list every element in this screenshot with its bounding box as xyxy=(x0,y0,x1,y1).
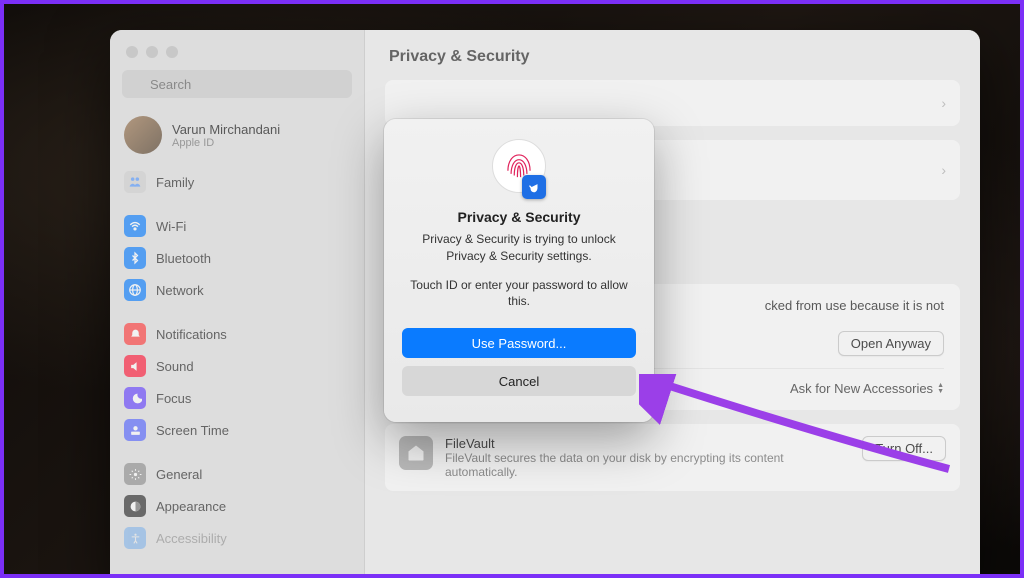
accessories-select[interactable]: Ask for New Accessories ▲▼ xyxy=(790,381,944,396)
sidebar-item-label: Accessibility xyxy=(156,531,227,546)
profile-name: Varun Mirchandani xyxy=(172,122,280,137)
focus-icon xyxy=(124,387,146,409)
screen-time-icon xyxy=(124,419,146,441)
apple-id-profile[interactable]: Varun Mirchandani Apple ID xyxy=(110,110,364,166)
chevron-right-icon: › xyxy=(941,162,946,178)
sidebar-item-label: General xyxy=(156,467,202,482)
network-icon xyxy=(124,279,146,301)
sidebar-item-label: Bluetooth xyxy=(156,251,211,266)
dialog-sub: Touch ID or enter your password to allow… xyxy=(402,277,636,311)
filevault-title: FileVault xyxy=(445,436,825,451)
search-input[interactable] xyxy=(122,70,352,98)
sidebar-item-label: Appearance xyxy=(156,499,226,514)
minimize-dot[interactable] xyxy=(146,46,158,58)
window-controls[interactable] xyxy=(110,40,364,70)
accessibility-icon xyxy=(124,527,146,549)
sidebar-item-notifications[interactable]: Notifications xyxy=(110,318,364,350)
dialog-title: Privacy & Security xyxy=(402,209,636,225)
sidebar-item-accessibility[interactable]: Accessibility xyxy=(110,522,364,554)
sidebar: Varun Mirchandani Apple ID Family Wi-Fi xyxy=(110,30,365,578)
open-anyway-button[interactable]: Open Anyway xyxy=(838,331,944,356)
blocked-message: cked from use because it is not xyxy=(765,298,944,313)
notifications-icon xyxy=(124,323,146,345)
sidebar-item-label: Sound xyxy=(156,359,194,374)
family-icon xyxy=(124,171,146,193)
wifi-icon xyxy=(124,215,146,237)
zoom-dot[interactable] xyxy=(166,46,178,58)
filevault-panel: FileVault FileVault secures the data on … xyxy=(385,424,960,491)
close-dot[interactable] xyxy=(126,46,138,58)
chevron-right-icon: › xyxy=(941,95,946,111)
sound-icon xyxy=(124,355,146,377)
sidebar-item-label: Notifications xyxy=(156,327,227,342)
sidebar-item-appearance[interactable]: Appearance xyxy=(110,490,364,522)
sidebar-item-label: Wi-Fi xyxy=(156,219,186,234)
page-title: Privacy & Security xyxy=(385,30,960,80)
avatar xyxy=(124,116,162,154)
sidebar-item-screen-time[interactable]: Screen Time xyxy=(110,414,364,446)
dialog-message: Privacy & Security is trying to unlock P… xyxy=(402,231,636,265)
sidebar-item-sound[interactable]: Sound xyxy=(110,350,364,382)
stepper-icon: ▲▼ xyxy=(937,383,944,395)
sidebar-item-wifi[interactable]: Wi-Fi xyxy=(110,210,364,242)
sidebar-item-family[interactable]: Family xyxy=(110,166,364,198)
use-password-button[interactable]: Use Password... xyxy=(402,328,636,358)
sidebar-item-focus[interactable]: Focus xyxy=(110,382,364,414)
sidebar-item-label: Network xyxy=(156,283,204,298)
cancel-button[interactable]: Cancel xyxy=(402,366,636,396)
filevault-icon xyxy=(399,436,433,470)
hand-badge-icon xyxy=(522,175,546,199)
sidebar-item-bluetooth[interactable]: Bluetooth xyxy=(110,242,364,274)
profile-sub: Apple ID xyxy=(172,137,280,149)
filevault-turnoff-button[interactable]: Turn Off... xyxy=(862,436,946,461)
filevault-desc: FileVault secures the data on your disk … xyxy=(445,451,825,479)
sidebar-item-label: Focus xyxy=(156,391,191,406)
sidebar-item-label: Screen Time xyxy=(156,423,229,438)
sidebar-item-network[interactable]: Network xyxy=(110,274,364,306)
bluetooth-icon xyxy=(124,247,146,269)
appearance-icon xyxy=(124,495,146,517)
sidebar-item-label: Family xyxy=(156,175,194,190)
sidebar-item-general[interactable]: General xyxy=(110,458,364,490)
general-icon xyxy=(124,463,146,485)
auth-dialog: Privacy & Security Privacy & Security is… xyxy=(384,119,654,422)
